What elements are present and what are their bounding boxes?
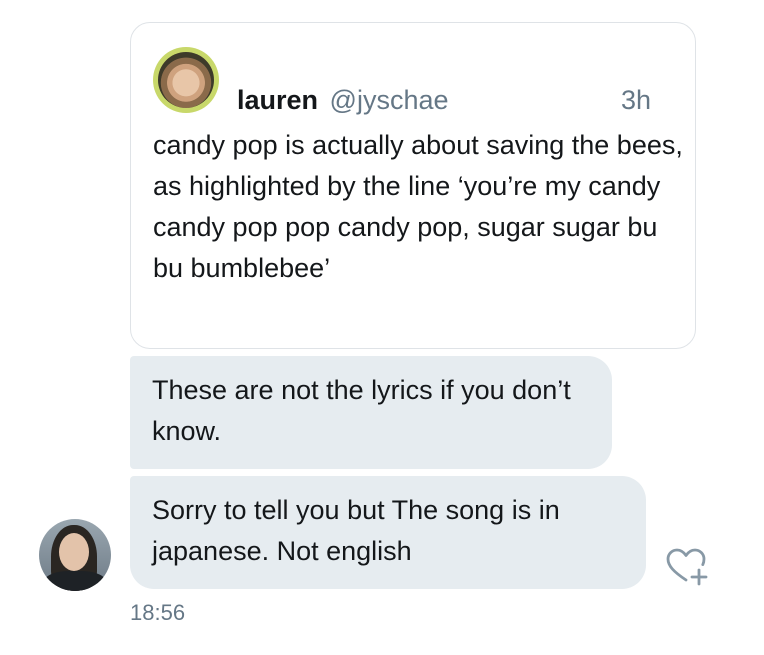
- message-text: Sorry to tell you but The song is in jap…: [152, 495, 560, 566]
- quoted-tweet-card[interactable]: lauren @jyschae 3h candy pop is actually…: [130, 22, 696, 349]
- avatar-image: [158, 52, 214, 108]
- quoted-tweet-author-handle[interactable]: @jyschae: [330, 85, 449, 115]
- avatar-face: [59, 533, 89, 571]
- message-text: These are not the lyrics if you don’t kn…: [152, 375, 571, 446]
- message-bubble[interactable]: Sorry to tell you but The song is in jap…: [130, 476, 646, 589]
- quoted-tweet-header: lauren @jyschae: [237, 85, 449, 115]
- avatar-coat: [43, 571, 107, 591]
- sender-avatar[interactable]: [39, 519, 111, 591]
- message-timestamp: 18:56: [130, 600, 186, 625]
- quoted-tweet-avatar[interactable]: [153, 47, 219, 113]
- quoted-tweet-text: candy pop is actually about saving the b…: [153, 130, 683, 283]
- heart-plus-icon: [666, 548, 708, 586]
- quoted-tweet-author-name[interactable]: lauren: [237, 85, 318, 115]
- message-bubble[interactable]: These are not the lyrics if you don’t kn…: [130, 356, 612, 469]
- like-button[interactable]: [664, 546, 708, 586]
- quoted-tweet-time: 3h: [620, 85, 651, 115]
